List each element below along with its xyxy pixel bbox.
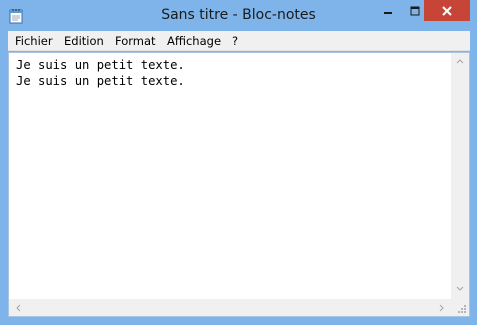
menu-fichier[interactable]: Fichier	[15, 34, 53, 48]
scroll-right-arrow-icon[interactable]	[439, 304, 445, 314]
menu-help[interactable]: ?	[232, 34, 238, 48]
minimize-button[interactable]	[374, 0, 401, 21]
title-bar[interactable]: Sans titre - Bloc-notes	[0, 0, 477, 31]
close-button[interactable]	[424, 0, 470, 21]
resize-grip-icon[interactable]	[452, 299, 469, 316]
vertical-scrollbar[interactable]	[451, 53, 469, 299]
scroll-up-arrow-icon[interactable]	[456, 58, 464, 66]
editor-content[interactable]: Je suis un petit texte. Je suis un petit …	[16, 57, 185, 89]
notepad-window: Sans titre - Bloc-notes Fichier Edition …	[0, 0, 477, 325]
horizontal-scrollbar[interactable]	[9, 299, 452, 316]
menu-edition[interactable]: Edition	[64, 34, 104, 48]
close-icon	[442, 5, 452, 16]
scroll-left-arrow-icon[interactable]	[15, 304, 21, 314]
scroll-down-arrow-icon[interactable]	[456, 286, 464, 294]
editor-line: Je suis un petit texte.	[16, 74, 185, 88]
maximize-icon	[410, 6, 419, 15]
menu-bar: Fichier Edition Format Affichage ?	[8, 31, 470, 51]
menu-affichage[interactable]: Affichage	[167, 34, 221, 48]
editor-line: Je suis un petit texte.	[16, 58, 185, 72]
text-editor[interactable]: Je suis un petit texte. Je suis un petit …	[8, 52, 470, 317]
menu-format[interactable]: Format	[115, 34, 156, 48]
minimize-icon	[383, 11, 392, 14]
